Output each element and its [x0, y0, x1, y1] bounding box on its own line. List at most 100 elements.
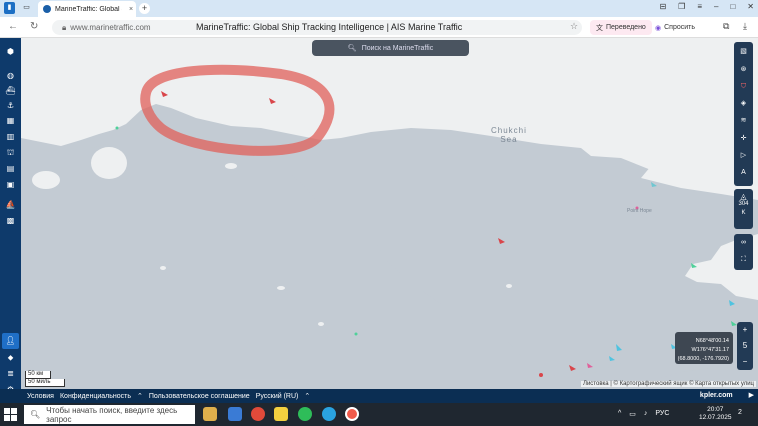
vessel-marker: [115, 126, 119, 130]
menu-icon[interactable]: ≡: [697, 2, 702, 11]
map-attribution: Листовка | © Картографический ящик © Кар…: [581, 381, 756, 387]
store-icon[interactable]: [228, 407, 242, 421]
place-label: Point Hope: [627, 208, 652, 214]
stack-layers-icon[interactable]: ◈: [734, 97, 753, 111]
windows-taskbar: 🔍︎ Чтобы начать поиск, введите здесь зап…: [0, 403, 758, 426]
stack-icon[interactable]: ≣: [4, 368, 17, 380]
network-icon[interactable]: ▭: [629, 410, 636, 418]
yandex-icon[interactable]: [251, 407, 265, 421]
marinetraffic-logo-icon[interactable]: ⬢: [4, 46, 17, 58]
filters-icon[interactable]: ⊛: [734, 63, 753, 77]
tab-title: MarineTraffic: Global Sh: [55, 5, 122, 13]
reader-icon[interactable]: ⧉: [723, 21, 729, 32]
vessel-count-panel: ◬ 304 K: [734, 189, 753, 229]
bookmark-star-icon[interactable]: ☆: [570, 21, 578, 32]
yandex-browser-icon[interactable]: [345, 407, 359, 421]
app-icon[interactable]: [274, 407, 288, 421]
download-icon[interactable]: ⤓: [743, 21, 747, 32]
globe-icon[interactable]: ◍: [4, 70, 17, 82]
taskbar-search-input[interactable]: 🔍︎ Чтобы начать поиск, введите здесь зап…: [24, 405, 195, 424]
whatsapp-icon[interactable]: [298, 407, 312, 421]
fleet-icon[interactable]: ▦: [4, 115, 17, 127]
ask-button[interactable]: ◉ Спросить: [649, 20, 701, 35]
island-4: [160, 266, 166, 270]
search-icon: 🔍︎: [347, 45, 357, 52]
telegram-icon[interactable]: [322, 407, 336, 421]
vessel-marker: [569, 365, 576, 371]
language-select[interactable]: Русский (RU): [256, 393, 299, 400]
translated-button[interactable]: 文 Переведено: [590, 20, 652, 35]
database-icon[interactable]: ▣: [4, 179, 17, 191]
translate-icon: 文: [596, 24, 603, 32]
reload-icon[interactable]: ↻: [30, 21, 38, 32]
new-tab-button[interactable]: +: [139, 3, 150, 14]
tray-chevron-icon[interactable]: ^: [618, 410, 621, 418]
map-tools-panel: ▧ ⊛ ⛉ ◈ ≋ ✛ ▷ A: [734, 42, 753, 186]
tower-icon[interactable]: ⛫: [4, 147, 17, 159]
chevron-up-icon[interactable]: ⌃: [304, 392, 310, 400]
close-window-icon[interactable]: ✕: [747, 2, 754, 11]
alice-icon: ◉: [655, 24, 662, 32]
file-explorer-icon[interactable]: [203, 407, 217, 421]
privacy-link[interactable]: Конфиденциальность: [60, 393, 131, 400]
island-5: [277, 286, 285, 290]
tag-icon[interactable]: ⬥: [4, 352, 17, 364]
bookmarks-icon[interactable]: ⊟: [659, 2, 666, 11]
active-tab[interactable]: MarineTraffic: Global Sh ×: [38, 1, 136, 17]
input-language[interactable]: РУС: [655, 410, 669, 418]
user-icon[interactable]: 👤︎: [4, 335, 17, 347]
maximize-icon[interactable]: □: [730, 2, 735, 11]
scale-km: 50 км: [25, 371, 51, 379]
taskbar-search-placeholder: Чтобы начать поиск, введите здесь запрос: [46, 405, 178, 424]
zoom-in-button[interactable]: +: [737, 322, 753, 338]
island-7: [506, 284, 512, 288]
vessel-marker: [539, 373, 543, 377]
nav-buttons: ← ↻: [8, 21, 38, 32]
left-sidebar: ⬢ ◍ ⛴ ⚓ ▦ ▥ ⛫ ▤ ▣ ⛵ ▩ 👤︎ ⬥ ≣ ⚙: [0, 38, 21, 394]
browser-profile-icon[interactable]: ▮: [4, 2, 15, 14]
back-icon[interactable]: ←: [8, 21, 18, 32]
ask-label: Спросить: [664, 24, 696, 31]
taskbar-clock[interactable]: 20:07 12.07.2025: [699, 406, 732, 422]
volume-icon[interactable]: ♪: [644, 410, 648, 418]
map-layers-icon[interactable]: ▧: [734, 45, 753, 59]
zoom-out-button[interactable]: −: [737, 354, 753, 370]
measure-icon[interactable]: ✛: [734, 132, 753, 146]
labels-icon[interactable]: A: [734, 166, 753, 180]
windows-start-icon[interactable]: [4, 408, 17, 421]
anchor-icon[interactable]: ⚓: [4, 100, 17, 112]
grid-icon[interactable]: ▩: [4, 215, 17, 227]
collections-icon[interactable]: ❐: [678, 2, 685, 11]
weather-icon[interactable]: ≋: [734, 114, 753, 128]
ship-icon[interactable]: ⛴: [4, 85, 17, 97]
island-6: [318, 322, 324, 326]
map-canvas[interactable]: 🔍︎ Поиск на MarineTraffic Chukchi Sea Po…: [21, 38, 758, 389]
island-3: [225, 163, 237, 169]
vessel-count-unit: K: [741, 210, 746, 216]
brand-link[interactable]: kpler.com: [700, 392, 733, 399]
notification-badge[interactable]: 2: [738, 409, 742, 416]
play-store-icon[interactable]: ▶: [749, 391, 754, 399]
tab-close-icon[interactable]: ×: [126, 6, 136, 13]
coords-lat: N68°48'00.14: [695, 338, 729, 344]
clock-time: 20:07: [707, 406, 724, 413]
chevron-up-icon[interactable]: ⌃: [137, 392, 143, 400]
layers-icon[interactable]: ▤: [4, 163, 17, 175]
minimize-icon[interactable]: –: [714, 2, 718, 11]
view-tools-panel: ∞ ⛶: [734, 234, 753, 270]
building-icon[interactable]: ▥: [4, 131, 17, 143]
tabs-menu-icon[interactable]: ▭: [21, 2, 32, 14]
favorite-shield-icon[interactable]: ⛉: [734, 80, 753, 94]
search-placeholder: Поиск на MarineTraffic: [361, 44, 434, 52]
vessel-icon[interactable]: ⛵: [4, 199, 17, 211]
map-search-input[interactable]: 🔍︎ Поиск на MarineTraffic: [312, 40, 469, 56]
sea-label-line-1: Chukchi: [491, 126, 527, 135]
coords-lon: W176°47'31.17: [691, 347, 730, 353]
fullscreen-icon[interactable]: ⛶: [734, 253, 753, 267]
island-1: [91, 147, 127, 179]
link-icon[interactable]: ∞: [734, 236, 753, 250]
footer-right: kpler.com ▶: [700, 391, 754, 400]
play-icon[interactable]: ▷: [734, 149, 753, 163]
user-agreement-link[interactable]: Пользовательское соглашение: [149, 393, 250, 400]
terms-link[interactable]: Условия: [27, 393, 54, 400]
